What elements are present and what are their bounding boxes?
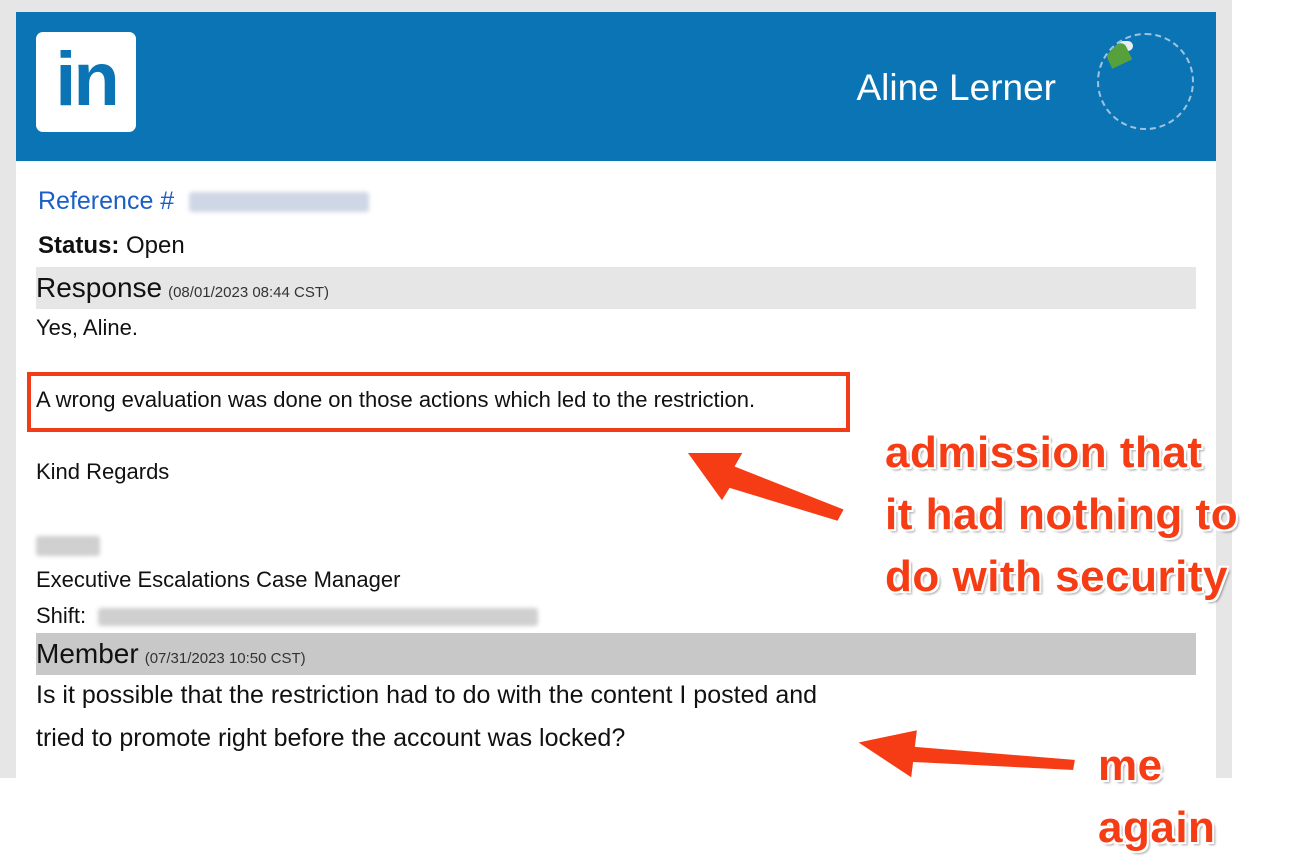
admission-annotation-line: admission that (885, 428, 1203, 477)
admission-annotation: admission that it had nothing to do with… (885, 422, 1238, 608)
arrow-to-member-message-icon (853, 727, 1078, 781)
arrow-to-highlight-icon (684, 451, 847, 524)
admission-annotation-line: do with security (885, 552, 1228, 601)
admission-annotation-line: it had nothing to (885, 490, 1239, 539)
me-again-annotation-line: me (1098, 741, 1163, 790)
me-again-annotation-line: again (1098, 803, 1216, 852)
me-again-annotation: me again (1098, 735, 1215, 859)
